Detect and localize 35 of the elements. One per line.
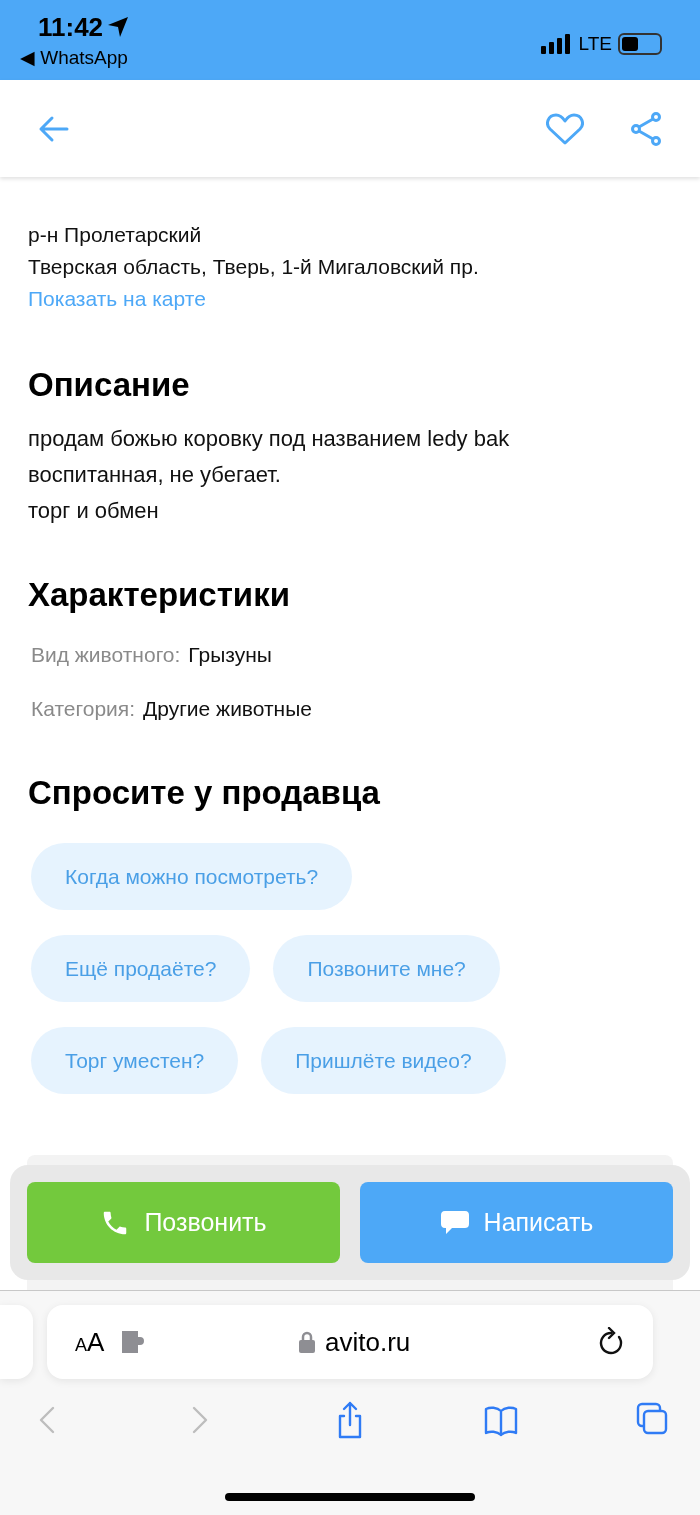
quick-question-chip[interactable]: Пришлёте видео? bbox=[261, 1027, 506, 1094]
address-bar[interactable]: AA avito.ru bbox=[47, 1305, 653, 1379]
property-value: Другие животные bbox=[143, 696, 312, 722]
property-label: Вид животного: bbox=[31, 642, 181, 668]
address-line: Тверская область, Тверь, 1-й Мигаловский пр. bbox=[28, 254, 480, 280]
reload-icon[interactable] bbox=[597, 1327, 625, 1357]
url-text: avito.ru bbox=[325, 1325, 411, 1359]
signal-icon bbox=[540, 34, 573, 54]
location-icon bbox=[107, 16, 130, 38]
section-heading: Описание bbox=[28, 365, 191, 405]
address-line: р-н Пролетарский bbox=[28, 222, 203, 248]
section-heading: Спросите у продавца bbox=[28, 773, 381, 813]
call-button[interactable]: Позвонить bbox=[27, 1182, 340, 1263]
share-icon[interactable] bbox=[630, 111, 662, 146]
quick-question-chip[interactable]: Позвоните мне? bbox=[273, 935, 500, 1002]
section-heading: Характеристики bbox=[28, 575, 291, 615]
clock: 11:42 bbox=[38, 14, 104, 40]
quick-question-chip[interactable]: Торг уместен? bbox=[31, 1027, 239, 1094]
battery-icon bbox=[618, 33, 662, 55]
back-arrow-icon[interactable] bbox=[38, 114, 70, 143]
description-line: торг и обмен bbox=[28, 497, 160, 525]
heart-icon[interactable] bbox=[546, 111, 584, 146]
network-label: LTE bbox=[578, 31, 612, 56]
property-value: Грызуны bbox=[188, 642, 272, 668]
lock-icon bbox=[299, 1331, 316, 1353]
description-line: воспитанная, не убегает. bbox=[28, 461, 282, 489]
chat-bubble-icon bbox=[439, 1208, 470, 1237]
quick-question-chip[interactable]: Когда можно посмотреть? bbox=[31, 843, 353, 910]
message-button[interactable]: Написать bbox=[360, 1182, 673, 1263]
description-line: продам божью коровку под названием ledy bak bbox=[28, 425, 511, 453]
back-to-app-link[interactable]: ◀ WhatsApp bbox=[20, 44, 130, 73]
text-size-button[interactable]: AA bbox=[75, 1322, 105, 1362]
property-label: Категория: bbox=[31, 696, 135, 722]
map-link[interactable]: Показать на карте bbox=[28, 283, 206, 315]
quick-question-chip[interactable]: Ещё продаёте? bbox=[31, 935, 251, 1002]
